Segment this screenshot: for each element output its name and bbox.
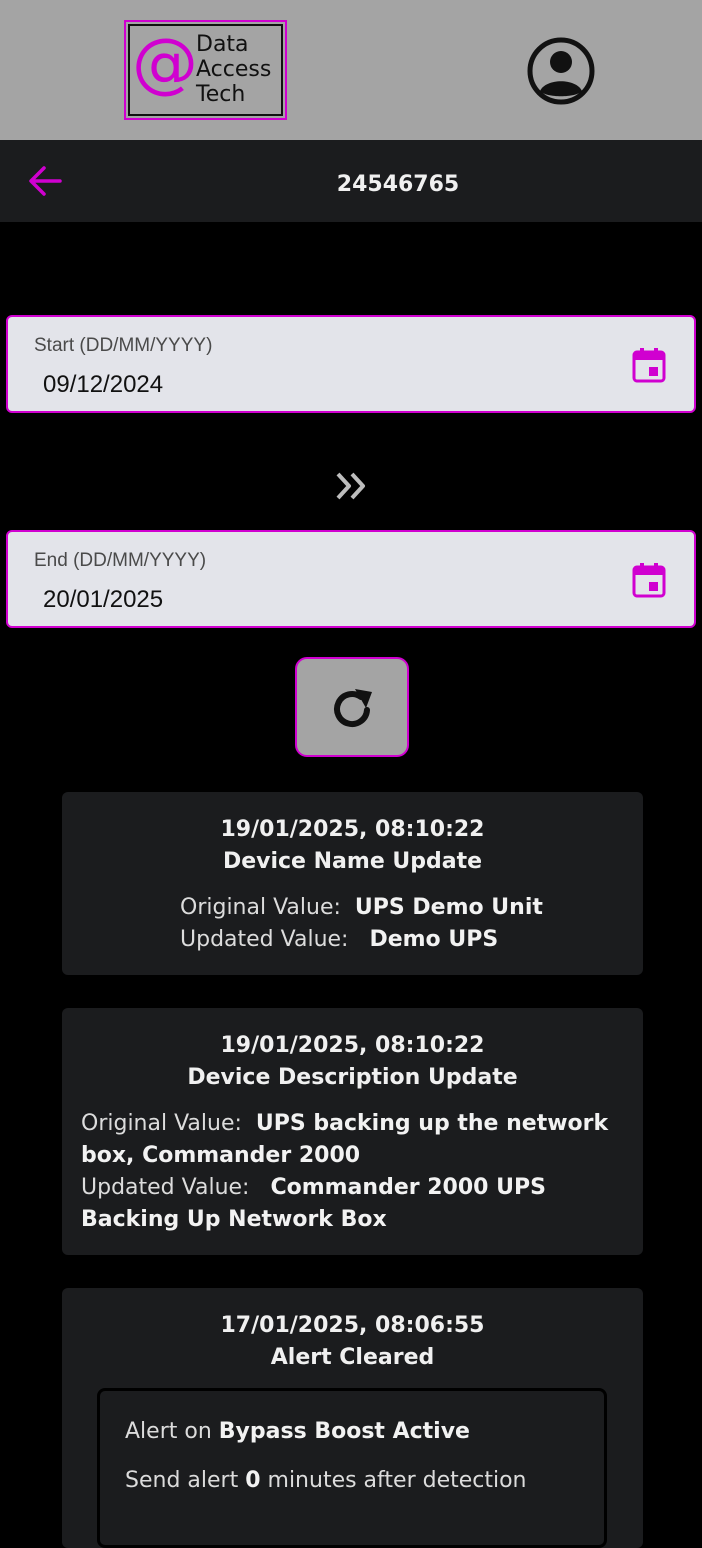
account-circle-icon[interactable] <box>526 36 596 106</box>
original-value: UPS Demo Unit <box>354 895 543 920</box>
event-card: 17/01/2025, 08:06:55 Alert Cleared Alert… <box>62 1288 643 1548</box>
event-title: Alert Cleared <box>270 1345 435 1370</box>
end-date-label: End (DD/MM/YYYY) <box>34 550 207 571</box>
refresh-button[interactable] <box>295 657 409 757</box>
start-date-field[interactable]: Start (DD/MM/YYYY) 09/12/2024 <box>6 315 696 413</box>
calendar-icon[interactable] <box>632 347 666 383</box>
event-card: 19/01/2025, 08:10:22 Device Description … <box>62 1008 643 1255</box>
event-timestamp: 19/01/2025, 08:10:22 <box>220 817 485 842</box>
logo-word: Data <box>196 32 249 57</box>
company-logo[interactable]: @ Data Access Tech <box>124 20 287 120</box>
send-suffix: minutes after detection <box>267 1468 527 1493</box>
end-date-field[interactable]: End (DD/MM/YYYY) 20/01/2025 <box>6 530 696 628</box>
updated-value-label: Updated Value: <box>81 1175 250 1200</box>
alert-prefix: Alert on <box>125 1419 212 1444</box>
logo-text: Data Access Tech <box>196 32 271 107</box>
event-timestamp: 19/01/2025, 08:10:22 <box>220 1033 485 1058</box>
updated-value-row: Updated Value: Demo UPS <box>180 924 498 956</box>
updated-value: Demo UPS <box>369 927 499 952</box>
top-bar: @ Data Access Tech <box>0 0 702 140</box>
alert-name: Bypass Boost Active <box>218 1419 470 1444</box>
logo-word: Tech <box>196 82 246 107</box>
alert-on-row: Alert on Bypass Boost Active <box>125 1419 470 1444</box>
send-alert-row: Send alert 0 minutes after detection <box>125 1468 527 1493</box>
send-prefix: Send alert <box>125 1468 239 1493</box>
end-date-value[interactable]: 20/01/2025 <box>43 586 163 614</box>
send-minutes: 0 <box>245 1468 261 1493</box>
original-value-label: Original Value: <box>180 895 341 920</box>
original-value-row: Original Value: UPS Demo Unit <box>180 892 543 924</box>
start-date-label: Start (DD/MM/YYYY) <box>34 335 213 356</box>
event-title: Device Name Update <box>222 849 483 874</box>
start-date-value[interactable]: 09/12/2024 <box>43 371 163 399</box>
calendar-icon[interactable] <box>632 562 666 598</box>
refresh-icon <box>334 689 372 728</box>
alert-details: Alert on Bypass Boost Active Send alert … <box>97 1388 607 1548</box>
logo-word: Access <box>196 57 272 82</box>
original-value-label: Original Value: <box>81 1111 242 1136</box>
page-title: 24546765 <box>336 172 460 197</box>
logo-at-symbol: @ <box>132 24 198 101</box>
double-chevron-right-icon <box>334 470 370 502</box>
original-value-row: Original Value: UPS backing up the netwo… <box>81 1108 626 1172</box>
updated-value-label: Updated Value: <box>180 927 349 952</box>
event-timestamp: 17/01/2025, 08:06:55 <box>220 1313 485 1338</box>
event-card: 19/01/2025, 08:10:22 Device Name Update … <box>62 792 643 975</box>
event-title: Device Description Update <box>187 1065 518 1090</box>
updated-value-row: Updated Value: Commander 2000 UPS Backin… <box>81 1172 626 1236</box>
